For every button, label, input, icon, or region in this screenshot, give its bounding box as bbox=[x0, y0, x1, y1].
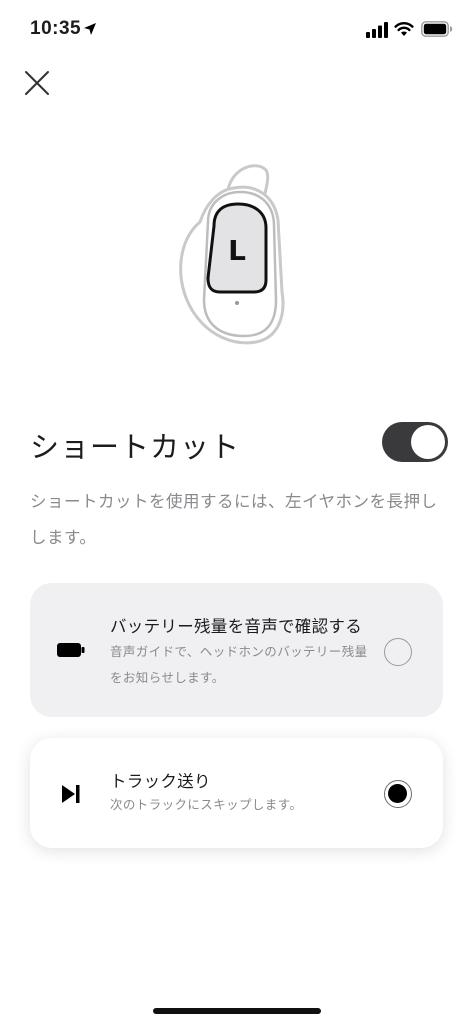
option-battery-announce[interactable]: バッテリー残量を音声で確認する 音声ガイドで、ヘッドホンのバッテリー残量をお知ら… bbox=[30, 583, 443, 717]
earbud-illustration: L bbox=[179, 164, 285, 345]
earbud-side-label: L bbox=[228, 234, 246, 267]
option-title: バッテリー残量を音声で確認する bbox=[110, 617, 362, 636]
option-next-track[interactable]: トラック送り 次のトラックにスキップします。 bbox=[30, 738, 443, 848]
cellular-signal-icon bbox=[366, 22, 388, 38]
toggle-knob bbox=[411, 425, 445, 459]
close-button[interactable] bbox=[20, 66, 54, 100]
battery-icon bbox=[57, 643, 85, 657]
shortcut-title: ショートカット bbox=[30, 430, 241, 464]
option-subtitle: 音声ガイドで、ヘッドホンのバッテリー残量をお知らせします。 bbox=[110, 644, 368, 685]
status-bar: 10:35 bbox=[0, 0, 473, 60]
skip-next-icon bbox=[62, 785, 80, 803]
wifi-icon bbox=[394, 22, 414, 36]
option-radio-selected[interactable] bbox=[384, 780, 412, 808]
shortcut-toggle[interactable] bbox=[382, 422, 448, 462]
status-time: 10:35 bbox=[30, 18, 82, 39]
location-arrow-icon bbox=[84, 23, 96, 35]
shortcut-description: ショートカットを使用するには、左イヤホンを長押しします。 bbox=[30, 492, 438, 547]
battery-status-icon bbox=[421, 21, 453, 37]
option-radio[interactable] bbox=[384, 638, 412, 666]
option-subtitle: 次のトラックにスキップします。 bbox=[110, 797, 303, 812]
option-title: トラック送り bbox=[110, 772, 211, 791]
home-indicator bbox=[153, 1008, 321, 1014]
